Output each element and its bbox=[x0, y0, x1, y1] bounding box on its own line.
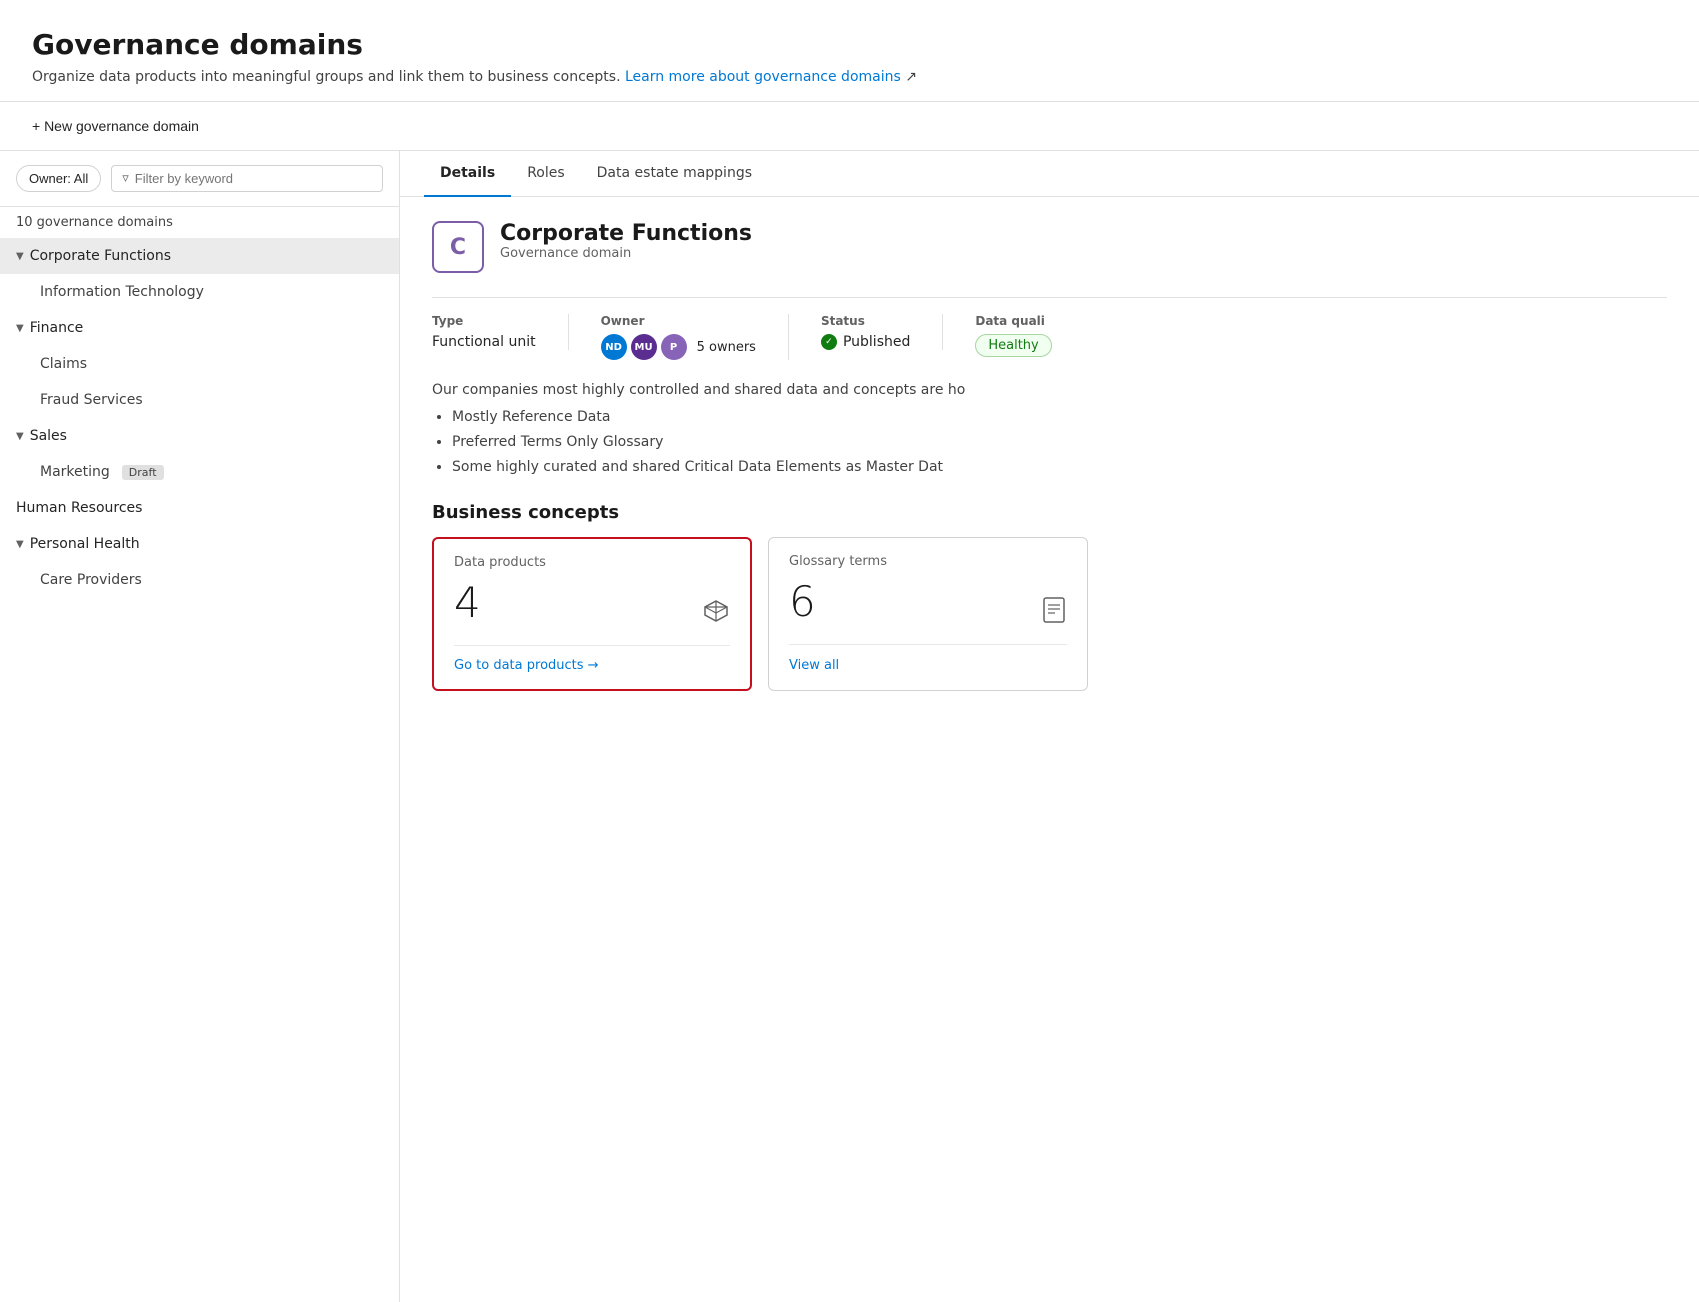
type-value: Functional unit bbox=[432, 334, 536, 350]
sidebar-item-fraud-services[interactable]: Fraud Services bbox=[0, 382, 399, 418]
filter-bar: Owner: All ▿ bbox=[0, 151, 399, 207]
description-bullet-1: Mostly Reference Data bbox=[452, 407, 1667, 428]
page-header: Governance domains Organize data product… bbox=[0, 0, 1699, 102]
go-to-data-products-link[interactable]: Go to data products → bbox=[454, 645, 730, 673]
glossary-terms-label: Glossary terms bbox=[789, 554, 1067, 569]
description-bullet-2: Preferred Terms Only Glossary bbox=[452, 432, 1667, 453]
meta-col-owner: Owner ND MU P 5 owners bbox=[601, 314, 789, 360]
meta-col-status: Status Published bbox=[821, 314, 943, 350]
owner-filter-button[interactable]: Owner: All bbox=[16, 165, 101, 192]
meta-col-type: Type Functional unit bbox=[432, 314, 569, 350]
filter-input[interactable] bbox=[135, 171, 372, 186]
view-all-wrap: View all bbox=[789, 644, 1067, 673]
owners-avatars: ND MU P 5 owners bbox=[601, 334, 756, 360]
domain-header: C Corporate Functions Governance domain bbox=[432, 221, 1667, 273]
right-panel: Details Roles Data estate mappings C Cor… bbox=[400, 151, 1699, 1302]
sidebar-item-claims[interactable]: Claims bbox=[0, 346, 399, 382]
external-link-icon: ↗ bbox=[905, 69, 917, 85]
domain-list: ▼ Corporate Functions Information Techno… bbox=[0, 238, 399, 1302]
sidebar-item-label: Information Technology bbox=[40, 284, 204, 300]
tab-roles-label: Roles bbox=[527, 165, 564, 181]
glossary-terms-card: Glossary terms 6 bbox=[768, 537, 1088, 691]
domain-icon: C bbox=[432, 221, 484, 273]
sidebar-item-care-providers[interactable]: Care Providers bbox=[0, 562, 399, 598]
subtitle-text: Organize data products into meaningful g… bbox=[32, 69, 625, 85]
sidebar-item-label: Sales bbox=[30, 428, 67, 444]
data-products-body: 4 bbox=[454, 578, 730, 631]
chevron-down-icon: ▼ bbox=[16, 323, 24, 334]
learn-more-link[interactable]: Learn more about governance domains bbox=[625, 69, 901, 85]
main-content: Owner: All ▿ 10 governance domains ▼ Cor… bbox=[0, 151, 1699, 1302]
status-dot-icon bbox=[821, 334, 837, 350]
data-products-count: 4 bbox=[454, 578, 481, 627]
concepts-grid: Data products 4 G bbox=[432, 537, 1667, 691]
glossary-terms-icon bbox=[1041, 596, 1067, 630]
domain-count: 10 governance domains bbox=[0, 207, 399, 238]
sidebar-item-label: Claims bbox=[40, 356, 87, 372]
description-list: Mostly Reference Data Preferred Terms On… bbox=[452, 407, 1667, 478]
tab-details[interactable]: Details bbox=[424, 151, 511, 197]
sidebar-item-label: Fraud Services bbox=[40, 392, 143, 408]
sidebar-item-label: Human Resources bbox=[16, 500, 142, 516]
quality-label: Data quali bbox=[975, 314, 1051, 328]
sidebar-item-personal-health[interactable]: ▼ Personal Health bbox=[0, 526, 399, 562]
meta-col-quality: Data quali Healthy bbox=[975, 314, 1083, 357]
owner-label: Owner bbox=[601, 314, 756, 328]
sidebar-item-label: Care Providers bbox=[40, 572, 142, 588]
status-label: Status bbox=[821, 314, 910, 328]
page-title: Governance domains bbox=[32, 28, 1667, 61]
data-products-card: Data products 4 G bbox=[432, 537, 752, 691]
description: Our companies most highly controlled and… bbox=[432, 380, 1667, 478]
business-concepts-title: Business concepts bbox=[432, 502, 1667, 523]
data-products-icon bbox=[702, 597, 730, 631]
domain-type-label: Governance domain bbox=[500, 246, 752, 261]
page-subtitle: Organize data products into meaningful g… bbox=[32, 69, 1667, 85]
domain-name: Corporate Functions bbox=[500, 221, 752, 246]
tab-data-estate-mappings-label: Data estate mappings bbox=[597, 165, 752, 181]
avatar-nd: ND bbox=[601, 334, 627, 360]
sidebar-item-label: Personal Health bbox=[30, 536, 140, 552]
meta-row: Type Functional unit Owner ND MU P 5 own… bbox=[432, 297, 1667, 360]
glossary-terms-body: 6 bbox=[789, 577, 1067, 630]
tab-details-label: Details bbox=[440, 165, 495, 181]
tab-data-estate-mappings[interactable]: Data estate mappings bbox=[581, 151, 768, 197]
sidebar-item-sales[interactable]: ▼ Sales bbox=[0, 418, 399, 454]
draft-badge: Draft bbox=[122, 465, 164, 480]
glossary-terms-count: 6 bbox=[789, 577, 816, 626]
description-bullet-3: Some highly curated and shared Critical … bbox=[452, 457, 1667, 478]
data-products-label: Data products bbox=[454, 555, 730, 570]
filter-icon: ▿ bbox=[122, 171, 129, 186]
sidebar-item-corporate-functions[interactable]: ▼ Corporate Functions bbox=[0, 238, 399, 274]
sidebar-item-finance[interactable]: ▼ Finance bbox=[0, 310, 399, 346]
sidebar-item-label: Marketing bbox=[40, 464, 110, 480]
avatar-p: P bbox=[661, 334, 687, 360]
domain-header-info: Corporate Functions Governance domain bbox=[500, 221, 752, 261]
chevron-down-icon: ▼ bbox=[16, 431, 24, 442]
sidebar-item-label: Finance bbox=[30, 320, 84, 336]
status-text: Published bbox=[843, 334, 910, 350]
sidebar-item-information-technology[interactable]: Information Technology bbox=[0, 274, 399, 310]
detail-content: C Corporate Functions Governance domain … bbox=[400, 197, 1699, 715]
new-domain-button[interactable]: + New governance domain bbox=[32, 114, 199, 138]
chevron-down-icon: ▼ bbox=[16, 251, 24, 262]
sidebar-item-label: Corporate Functions bbox=[30, 248, 171, 264]
tabs-bar: Details Roles Data estate mappings bbox=[400, 151, 1699, 197]
avatar-mu: MU bbox=[631, 334, 657, 360]
status-value: Published bbox=[821, 334, 910, 350]
left-panel: Owner: All ▿ 10 governance domains ▼ Cor… bbox=[0, 151, 400, 1302]
sidebar-item-human-resources[interactable]: Human Resources bbox=[0, 490, 399, 526]
tab-roles[interactable]: Roles bbox=[511, 151, 580, 197]
filter-input-wrap: ▿ bbox=[111, 165, 383, 192]
chevron-down-icon: ▼ bbox=[16, 539, 24, 550]
sidebar-item-marketing[interactable]: Marketing Draft bbox=[0, 454, 399, 490]
health-badge: Healthy bbox=[975, 334, 1051, 357]
owners-count: 5 owners bbox=[697, 340, 756, 355]
type-label: Type bbox=[432, 314, 536, 328]
view-all-link[interactable]: View all bbox=[789, 658, 839, 673]
toolbar: + New governance domain bbox=[0, 102, 1699, 151]
description-intro: Our companies most highly controlled and… bbox=[432, 382, 965, 398]
